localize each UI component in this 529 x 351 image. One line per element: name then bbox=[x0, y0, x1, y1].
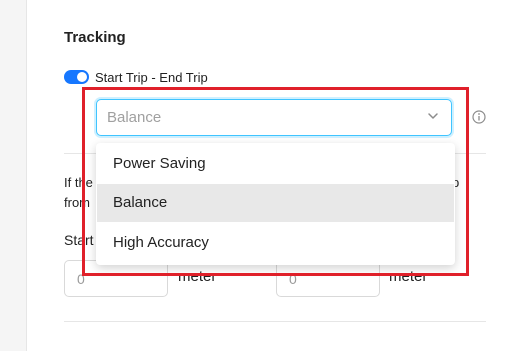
start-end-trip-toggle[interactable] bbox=[64, 70, 89, 84]
toggle-knob bbox=[77, 72, 87, 82]
tracking-section-title: Tracking bbox=[64, 29, 126, 46]
start-end-trip-label: Start Trip - End Trip bbox=[95, 70, 208, 85]
annotation-highlight-box bbox=[82, 87, 469, 276]
bottom-divider bbox=[64, 321, 486, 322]
info-icon[interactable] bbox=[472, 110, 486, 124]
